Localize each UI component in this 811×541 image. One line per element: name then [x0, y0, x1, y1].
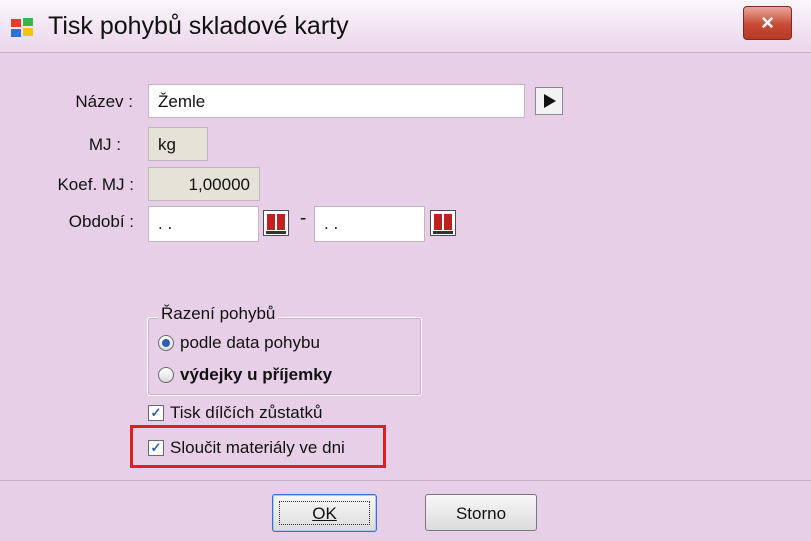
checkmark-icon: ✓ [148, 405, 164, 421]
mj-field: kg [148, 127, 208, 161]
obdobi-label: Období : [68, 212, 134, 231]
windows-flag-icon [11, 18, 33, 37]
radio-issues-with-receipts[interactable]: výdejky u příjemky [158, 365, 332, 385]
window-title: Tisk pohybů skladové karty [48, 12, 349, 40]
radio-unselected-icon [158, 367, 174, 383]
play-icon[interactable] [535, 87, 563, 115]
storno-label: Storno [455, 504, 507, 523]
close-button[interactable]: × [743, 6, 792, 40]
koef-label: Koef. MJ : [57, 175, 134, 194]
checkbox-print-balances[interactable]: ✓ Tisk dílčích zůstatků [148, 403, 322, 423]
button-separator [0, 480, 811, 481]
calendar-icon[interactable] [430, 210, 456, 236]
title-bar: Tisk pohybů skladové karty × [0, 0, 811, 53]
radio-sort-by-date[interactable]: podle data pohybu [158, 333, 320, 353]
highlight-frame [130, 425, 386, 468]
storno-button[interactable]: Storno [425, 494, 537, 531]
sorting-title: Řazení pohybů [158, 304, 279, 324]
radio-label: výdejky u příjemky [180, 365, 333, 384]
print-dialog: Tisk pohybů skladové karty × Název : Žem… [0, 0, 811, 541]
ok-label: OK [312, 504, 337, 523]
date-from-input[interactable]: . . [148, 206, 259, 242]
koef-field: 1,00000 [148, 167, 260, 201]
date-to-input[interactable]: . . [314, 206, 425, 242]
nazev-input[interactable]: Žemle [148, 84, 525, 118]
ok-button[interactable]: OK [272, 494, 377, 532]
date-separator: - [300, 208, 307, 229]
mj-label: MJ : [88, 135, 121, 154]
nazev-label: Název : [75, 92, 133, 111]
radio-selected-icon [158, 335, 174, 351]
radio-label: podle data pohybu [180, 333, 320, 352]
checkbox-label: Tisk dílčích zůstatků [170, 403, 323, 422]
calendar-icon[interactable] [263, 210, 289, 236]
close-icon: × [761, 10, 774, 35]
